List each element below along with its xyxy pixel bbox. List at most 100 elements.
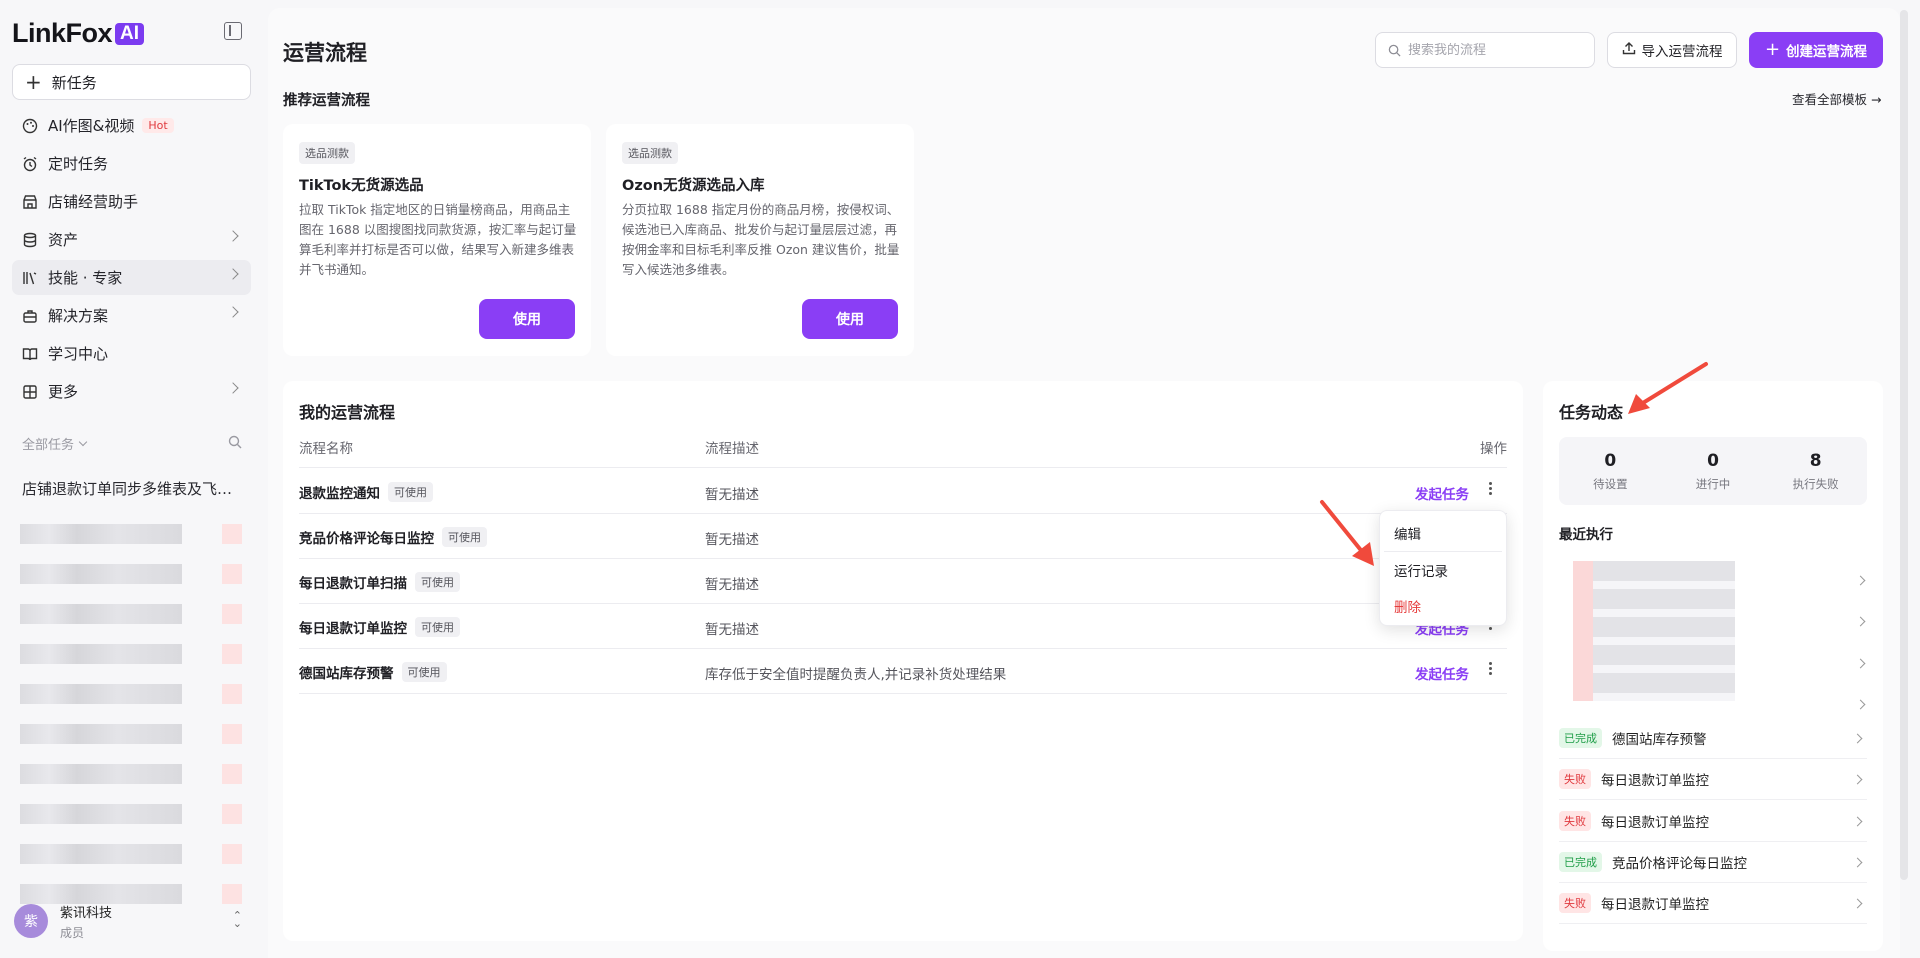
template-title: TikTok无货源选品 <box>299 178 424 194</box>
blurred-executions <box>1573 561 1735 701</box>
flow-name: 每日退款订单监控 <box>299 621 407 637</box>
table-row: 德国站库存预警 可使用 库存低于安全值时提醒负责人,并记录补货处理结果 发起任务 <box>299 648 1507 693</box>
launch-task-button[interactable]: 发起任务 <box>1415 663 1469 683</box>
logo-badge: AI <box>115 22 145 45</box>
sidebar: LinkFox AI + 新任务 AI作图&视频 Hot 定时任务 店铺经营助手 <box>0 0 264 958</box>
execution-row[interactable]: 失败 每日退款订单监控 <box>1559 883 1867 924</box>
menu-item-delete[interactable]: 删除 <box>1380 588 1506 624</box>
template-card[interactable]: 选品测款 Ozon无货源选品入库 分页拉取 1688 指定月份的商品月榜，按侵权… <box>606 124 914 356</box>
page-scrollbar[interactable] <box>1900 10 1908 880</box>
sidebar-item-more[interactable]: 更多 <box>12 374 251 409</box>
sidebar-item-label: 更多 <box>48 383 79 401</box>
chevron-down-icon <box>78 437 88 446</box>
chevron-right-icon[interactable] <box>1855 658 1866 669</box>
chevron-right-icon[interactable] <box>1855 575 1866 586</box>
plus-icon: + <box>25 70 42 94</box>
sidebar-collapse-icon[interactable] <box>224 22 242 40</box>
status-badge: 可使用 <box>415 572 460 592</box>
execution-row[interactable]: 已完成 竞品价格评论每日监控 <box>1559 842 1867 883</box>
more-vertical-icon[interactable] <box>1483 480 1497 500</box>
search-input[interactable] <box>1408 42 1578 58</box>
launch-task-button[interactable]: 发起任务 <box>1415 483 1469 503</box>
blurred-task <box>18 724 244 744</box>
stat-value: 0 <box>1707 450 1719 471</box>
sidebar-item-assets[interactable]: 资产 <box>12 222 251 257</box>
import-flow-button[interactable]: 导入运营流程 <box>1607 32 1737 68</box>
sidebar-item-store-assistant[interactable]: 店铺经营助手 <box>12 184 251 219</box>
sidebar-item-scheduled-tasks[interactable]: 定时任务 <box>12 146 251 181</box>
search-icon[interactable] <box>228 435 242 453</box>
template-tag: 选品测款 <box>299 142 355 164</box>
blurred-task <box>18 764 244 784</box>
logo[interactable]: LinkFox AI <box>12 18 145 49</box>
status-badge: 失败 <box>1559 893 1591 913</box>
chevron-right-icon <box>1852 857 1863 868</box>
menu-item-run-history[interactable]: 运行记录 <box>1380 552 1506 588</box>
chevron-right-icon <box>1852 898 1863 909</box>
execution-row[interactable]: 失败 每日退款订单监控 <box>1559 801 1867 842</box>
my-flows-panel: 我的运营流程 流程名称 流程描述 操作 退款监控通知 可使用 暂无描述 发起任务 … <box>283 381 1523 941</box>
sidebar-item-label: 店铺经营助手 <box>48 193 139 211</box>
chevron-right-icon[interactable] <box>1855 699 1866 710</box>
user-role: 成员 <box>60 925 85 940</box>
page-title: 运营流程 <box>283 41 367 65</box>
sidebar-item-learning-center[interactable]: 学习中心 <box>12 336 251 371</box>
database-icon <box>22 232 38 248</box>
new-task-button[interactable]: + 新任务 <box>12 64 251 100</box>
recommended-section-title: 推荐运营流程 <box>283 93 370 109</box>
menu-item-edit[interactable]: 编辑 <box>1380 515 1506 551</box>
search-box[interactable] <box>1375 32 1595 68</box>
template-card[interactable]: 选品测款 TikTok无货源选品 拉取 TikTok 指定地区的日销量榜商品，用… <box>283 124 591 356</box>
flow-name: 每日退款订单扫描 <box>299 576 407 592</box>
table-row: 每日退款订单扫描 可使用 暂无描述 <box>299 558 1507 603</box>
create-flow-button[interactable]: + 创建运营流程 <box>1749 32 1883 68</box>
table-row: 竞品价格评论每日监控 可使用 暂无描述 <box>299 513 1507 558</box>
sidebar-item-skills-experts[interactable]: 技能 · 专家 <box>12 260 251 295</box>
stat-failed[interactable]: 8 执行失败 <box>1764 437 1867 505</box>
chevron-right-icon <box>227 306 239 318</box>
execution-name: 竞品价格评论每日监控 <box>1612 856 1747 872</box>
create-flow-label: 创建运营流程 <box>1786 44 1868 60</box>
import-flow-label: 导入运营流程 <box>1641 44 1723 60</box>
column-header-description: 流程描述 <box>705 441 759 457</box>
status-badge: 可使用 <box>442 527 487 547</box>
sidebar-item-label: 资产 <box>48 231 79 249</box>
stat-pending-setup[interactable]: 0 待设置 <box>1559 437 1662 505</box>
more-vertical-icon[interactable] <box>1483 660 1497 680</box>
status-badge: 失败 <box>1559 769 1591 789</box>
sidebar-item-solutions[interactable]: 解决方案 <box>12 298 251 333</box>
flow-name: 竞品价格评论每日监控 <box>299 531 434 547</box>
chevron-right-icon[interactable] <box>1855 616 1866 627</box>
blurred-task-list <box>18 524 244 924</box>
chevron-right-icon <box>1852 816 1863 827</box>
stat-label: 待设置 <box>1593 476 1628 491</box>
execution-row[interactable]: 失败 每日退款订单监控 <box>1559 759 1867 800</box>
blurred-task <box>18 844 244 864</box>
palette-icon <box>22 118 38 134</box>
view-all-templates-link[interactable]: 查看全部模板 → <box>1792 89 1881 108</box>
execution-row[interactable]: 已完成 德国站库存预警 <box>1559 718 1867 759</box>
task-filter[interactable]: 全部任务 <box>22 434 242 453</box>
stat-in-progress[interactable]: 0 进行中 <box>1662 437 1765 505</box>
use-template-button[interactable]: 使用 <box>479 299 575 339</box>
task-filter-label: 全部任务 <box>22 438 75 453</box>
recent-task-item[interactable]: 店铺退款订单同步多维表及飞… <box>22 478 232 499</box>
column-header-name: 流程名称 <box>299 441 353 457</box>
chevron-right-icon <box>227 382 239 394</box>
use-template-button[interactable]: 使用 <box>802 299 898 339</box>
books-icon <box>22 270 38 286</box>
template-description: 拉取 TikTok 指定地区的日销量榜商品，用商品主图在 1688 以图搜图找同… <box>299 202 577 277</box>
template-tag: 选品测款 <box>622 142 678 164</box>
flow-context-menu: 编辑 运行记录 删除 <box>1379 510 1507 626</box>
status-badge: 可使用 <box>401 662 447 682</box>
user-profile[interactable]: 紫 紫讯科技 成员 ⌃ ⌄ <box>14 900 250 942</box>
sidebar-nav: AI作图&视频 Hot 定时任务 店铺经营助手 资产 技能 · 专家 解决方案 … <box>12 108 251 412</box>
sidebar-item-ai-image-video[interactable]: AI作图&视频 Hot <box>12 108 251 143</box>
template-description: 分页拉取 1688 指定月份的商品月榜，按侵权词、候选池已入库商品、批发价与起订… <box>622 202 900 277</box>
open-book-icon <box>22 346 38 362</box>
stat-label: 执行失败 <box>1792 476 1839 491</box>
sidebar-item-label: 定时任务 <box>48 155 109 173</box>
flow-description: 暂无描述 <box>705 577 759 593</box>
upload-icon <box>1622 41 1636 59</box>
sidebar-item-label: AI作图&视频 <box>48 117 135 135</box>
